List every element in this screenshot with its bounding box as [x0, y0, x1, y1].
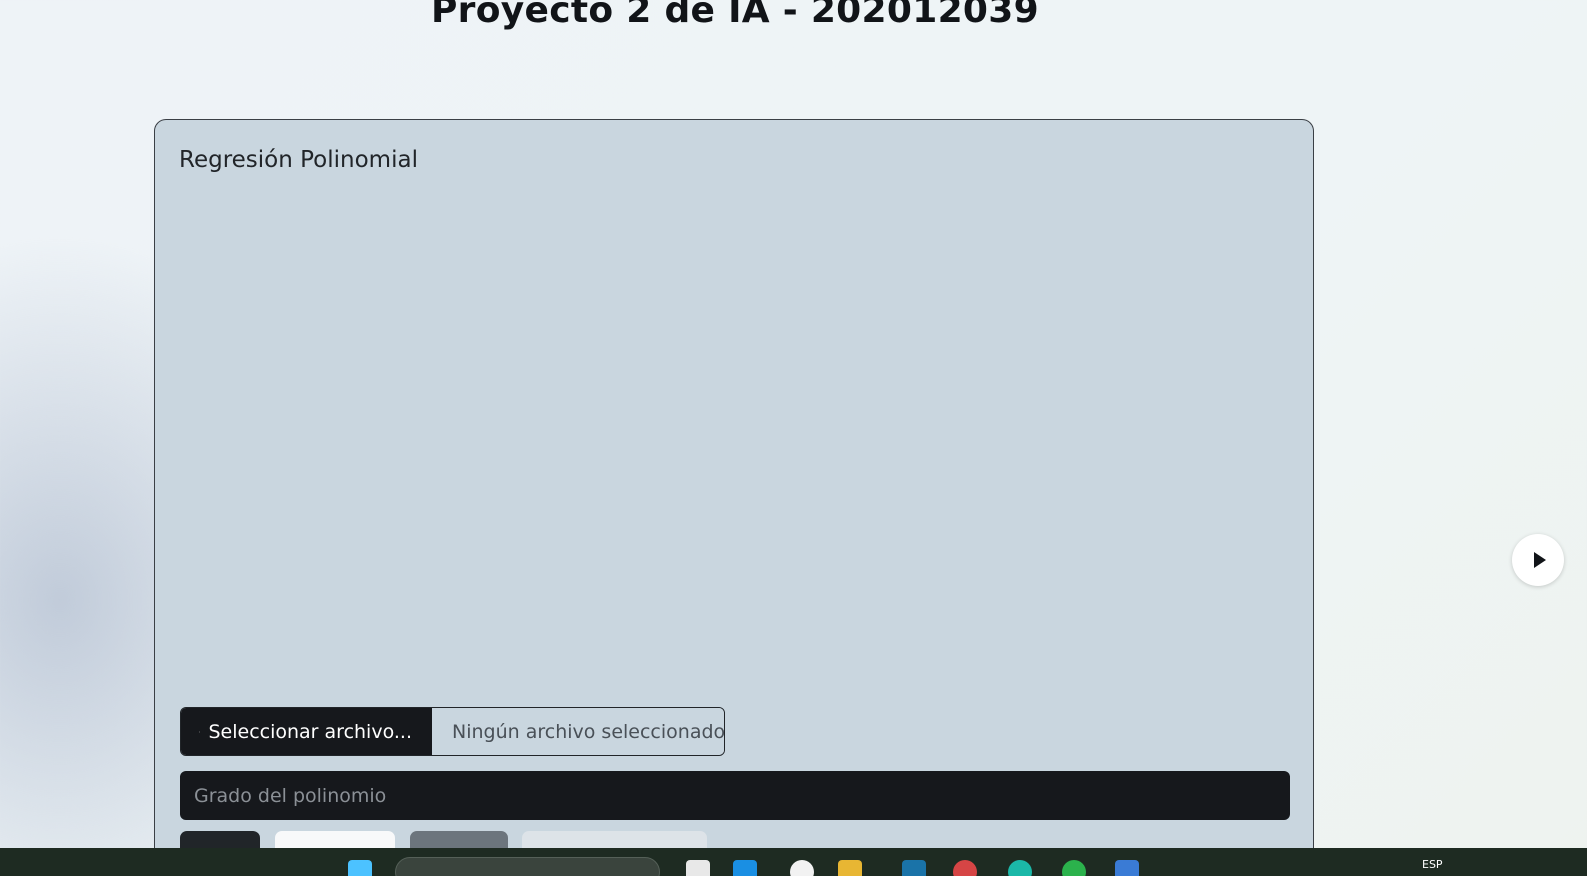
- taskbar-app-icon[interactable]: [838, 860, 862, 876]
- caret-right-icon: [1533, 552, 1546, 568]
- taskbar: ESP: [0, 848, 1587, 876]
- taskbar-search[interactable]: [395, 857, 660, 876]
- page-title: Proyecto 2 de IA - 202012039: [431, 0, 1039, 31]
- start-icon[interactable]: [348, 860, 372, 876]
- taskbar-app-icon[interactable]: [790, 860, 814, 876]
- regression-card: Regresión Polinomial Seleccionar archivo…: [154, 119, 1314, 876]
- carousel-next-button[interactable]: [1512, 534, 1564, 586]
- taskbar-app-icon[interactable]: [1008, 860, 1032, 876]
- file-input-group[interactable]: Seleccionar archivo... Ningún archivo se…: [180, 707, 725, 756]
- language-indicator[interactable]: ESP: [1422, 858, 1443, 871]
- card-title: Regresión Polinomial: [179, 147, 418, 173]
- file-status: Ningún archivo seleccionado: [432, 708, 724, 755]
- taskbar-app-icon[interactable]: [1115, 860, 1139, 876]
- upload-icon: [199, 730, 201, 733]
- select-file-label: Seleccionar archivo...: [208, 720, 412, 743]
- taskbar-app-icon[interactable]: [953, 860, 977, 876]
- taskbar-app-icon[interactable]: [733, 860, 757, 876]
- select-file-button[interactable]: Seleccionar archivo...: [181, 708, 432, 755]
- taskbar-app-icon[interactable]: [902, 860, 926, 876]
- polynomial-degree-input[interactable]: [180, 771, 1290, 820]
- taskbar-app-icon[interactable]: [686, 860, 710, 876]
- taskbar-app-icon[interactable]: [1062, 860, 1086, 876]
